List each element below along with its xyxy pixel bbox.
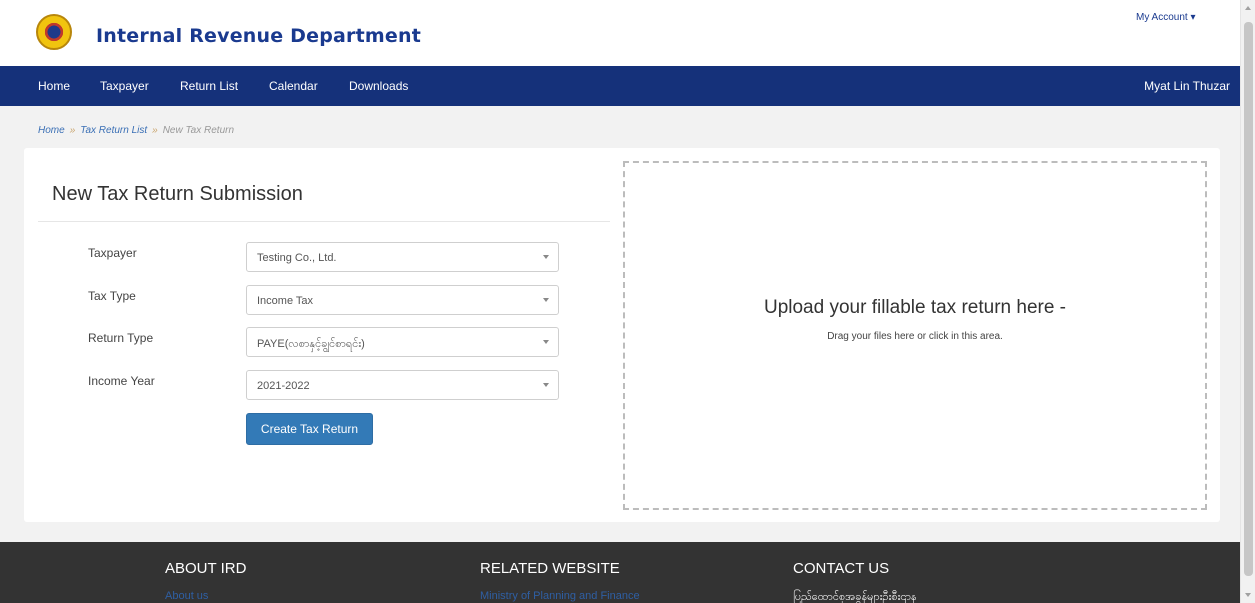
footer-about-link[interactable]: About us: [165, 590, 208, 602]
dropzone-title: Upload your fillable tax return here -: [763, 297, 1067, 318]
chevron-down-icon: [543, 383, 549, 387]
footer-about-heading: ABOUT IRD: [165, 560, 247, 577]
footer-contact-heading: CONTACT US: [793, 560, 890, 577]
main-navbar: Home Taxpayer Return List Calendar Downl…: [0, 66, 1240, 106]
scrollbar-thumb[interactable]: [1244, 22, 1253, 576]
footer-related-link[interactable]: Ministry of Planning and Finance: [480, 590, 640, 602]
title-divider: [38, 221, 610, 222]
chevron-down-icon: [543, 255, 549, 259]
site-footer: ABOUT IRD About us RELATED WEBSITE Minis…: [0, 542, 1240, 603]
footer-related-heading: RELATED WEBSITE: [480, 560, 620, 577]
chevron-down-icon: [543, 298, 549, 302]
file-upload-dropzone[interactable]: Upload your fillable tax return here - D…: [623, 161, 1207, 510]
tax-type-select[interactable]: Income Tax: [246, 285, 559, 315]
nav-item-calendar[interactable]: Calendar: [269, 79, 318, 93]
scroll-down-icon[interactable]: [1245, 593, 1251, 597]
content-panel: New Tax Return Submission Taxpayer Testi…: [24, 148, 1220, 522]
footer-contact-text: ပြည်ထောင်စုအခွန်များဦးစီးဌာန: [793, 591, 917, 603]
page-title: New Tax Return Submission: [52, 183, 303, 205]
breadcrumb-separator: »: [152, 125, 158, 136]
return-type-select-value: PAYE(လစာနှင့်ချွင်စာရင်း): [257, 338, 365, 350]
return-type-label: Return Type: [88, 331, 154, 345]
breadcrumb: Home » Tax Return List » New Tax Return: [38, 125, 234, 136]
income-year-select[interactable]: 2021-2022: [246, 370, 559, 400]
tax-type-label: Tax Type: [88, 289, 136, 303]
nav-item-taxpayer[interactable]: Taxpayer: [100, 79, 149, 93]
income-year-label: Income Year: [88, 374, 155, 388]
breadcrumb-tax-return-list[interactable]: Tax Return List: [80, 125, 147, 136]
tax-type-select-value: Income Tax: [257, 295, 314, 307]
breadcrumb-separator: »: [69, 125, 76, 136]
return-type-select[interactable]: PAYE(လစာနှင့်ချွင်စာရင်း): [246, 327, 559, 357]
site-brand-title[interactable]: Internal Revenue Department: [96, 25, 421, 47]
nav-user-name[interactable]: Myat Lin Thuzar: [1144, 79, 1230, 93]
taxpayer-label: Taxpayer: [88, 246, 137, 260]
taxpayer-select[interactable]: Testing Co., Ltd.: [246, 242, 559, 272]
nav-item-return-list[interactable]: Return List: [180, 79, 238, 93]
page-scrollbar[interactable]: [1240, 0, 1255, 603]
nav-item-downloads[interactable]: Downloads: [349, 79, 408, 93]
taxpayer-select-value: Testing Co., Ltd.: [257, 252, 337, 264]
my-account-menu[interactable]: My Account ▾: [1136, 12, 1196, 23]
nav-item-home[interactable]: Home: [38, 79, 70, 93]
breadcrumb-home[interactable]: Home: [38, 125, 65, 136]
breadcrumb-current: New Tax Return: [162, 125, 235, 136]
site-header: Internal Revenue Department My Account ▾: [0, 0, 1240, 66]
chevron-down-icon: [543, 340, 549, 344]
dropzone-subtitle: Drag your files here or click in this ar…: [827, 331, 1003, 342]
scroll-up-icon[interactable]: [1245, 6, 1251, 10]
income-year-select-value: 2021-2022: [257, 380, 310, 392]
create-tax-return-button[interactable]: Create Tax Return: [246, 413, 373, 445]
ird-logo-icon[interactable]: [36, 14, 72, 50]
